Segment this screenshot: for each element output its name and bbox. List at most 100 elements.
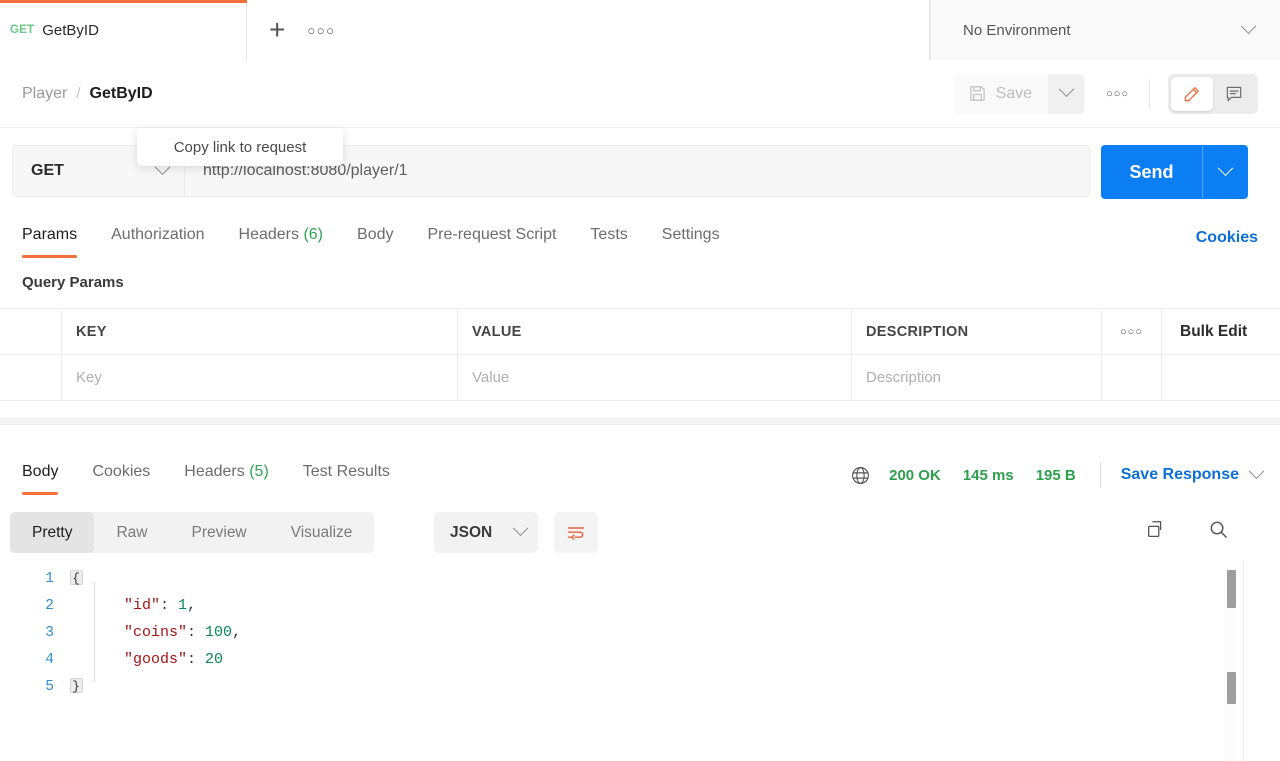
response-format-selector[interactable]: JSON: [434, 512, 538, 553]
tab-label: Headers: [238, 226, 299, 243]
code-line: 2 "id": 1,: [0, 592, 1280, 619]
line-number: 4: [45, 651, 54, 668]
response-status: 200 OK: [889, 466, 941, 484]
tab-label: Pre-request Script: [427, 226, 557, 243]
save-options-button[interactable]: [1048, 73, 1085, 114]
word-wrap-button[interactable]: [554, 512, 598, 553]
breadcrumb-parent[interactable]: Player: [22, 85, 67, 103]
response-time: 145 ms: [962, 466, 1014, 484]
view-mode-visualize[interactable]: Visualize: [269, 512, 375, 553]
request-tabs: Params Authorization Headers (6) Body Pr…: [0, 212, 1280, 264]
chevron-down-icon[interactable]: [1248, 462, 1265, 479]
response-tabs: Body Cookies Headers (5) Test Results 20…: [0, 450, 1280, 500]
param-description-input[interactable]: Description: [852, 355, 1102, 400]
save-response-button[interactable]: Save Response: [1121, 466, 1239, 484]
tab-bar: GET GetByID + ○○○ No Environment: [0, 0, 1280, 60]
line-number: 5: [45, 678, 54, 695]
edit-view-button[interactable]: [1171, 76, 1213, 111]
globe-icon[interactable]: [850, 465, 871, 486]
line-number: 1: [45, 570, 54, 587]
environment-selector[interactable]: No Environment: [930, 0, 1280, 60]
mode-label: Visualize: [290, 523, 353, 541]
json-value: 100: [205, 624, 233, 641]
view-mode-preview[interactable]: Preview: [170, 512, 269, 553]
code-line: 3 "coins": 100,: [0, 619, 1280, 646]
comment-view-button[interactable]: [1213, 77, 1255, 111]
tab-label: Tests: [590, 226, 628, 243]
environment-label: No Environment: [963, 21, 1071, 39]
tab-label: Test Results: [302, 463, 390, 480]
tab-label: Cookies: [92, 463, 151, 480]
response-body-code[interactable]: 1 { 2 "id": 1, 3 "coins": 100, 4 "goods"…: [0, 565, 1280, 761]
code-line: 1 {: [0, 565, 1280, 592]
response-tab-headers[interactable]: Headers (5): [184, 455, 269, 495]
request-tab-tests[interactable]: Tests: [590, 218, 627, 258]
code-line: 5 }: [0, 673, 1280, 700]
table-options-icon[interactable]: ○○○: [1102, 309, 1162, 354]
tab-label: Headers: [184, 463, 245, 480]
request-more-options-icon[interactable]: ○○○: [1106, 88, 1129, 100]
divider: [1149, 78, 1150, 109]
tab-label: Body: [22, 463, 59, 480]
tab-options-icon[interactable]: ○○○: [307, 23, 335, 38]
divider: [1099, 462, 1101, 488]
request-header-bar: Player / GetByID Save ○○○: [0, 60, 1280, 128]
request-tab-body[interactable]: Body: [357, 218, 393, 258]
bulk-edit-button[interactable]: Bulk Edit: [1162, 309, 1280, 354]
format-label: JSON: [450, 523, 493, 541]
json-value: 1: [178, 597, 188, 614]
chevron-down-icon: [1058, 81, 1074, 98]
word-wrap-icon: [565, 523, 587, 543]
cookies-link[interactable]: Cookies: [1196, 229, 1258, 247]
new-tab-icon[interactable]: +: [269, 16, 285, 44]
breadcrumb-current[interactable]: GetByID: [90, 85, 153, 103]
response-meta: 200 OK 145 ms 195 B Save Response: [850, 462, 1280, 488]
param-value-input[interactable]: Value: [458, 355, 852, 400]
response-tab-test-results[interactable]: Test Results: [303, 455, 390, 495]
request-tab-params[interactable]: Params: [22, 218, 78, 258]
row-checkbox-cell[interactable]: [0, 355, 62, 400]
mode-label: Pretty: [32, 523, 73, 541]
table-header-row: KEY VALUE DESCRIPTION ○○○ Bulk Edit: [0, 308, 1280, 354]
response-tab-cookies[interactable]: Cookies: [92, 455, 150, 495]
request-tab-getbyid[interactable]: GET GetByID: [0, 0, 247, 60]
response-headers-count-badge: (5): [249, 463, 269, 480]
view-mode-raw[interactable]: Raw: [94, 512, 169, 553]
fold-marker[interactable]: {: [68, 570, 84, 587]
chevron-down-icon: [1217, 159, 1234, 176]
breadcrumb-separator: /: [76, 85, 81, 102]
code-scrollbar-marker[interactable]: [1227, 672, 1236, 704]
query-params-table: KEY VALUE DESCRIPTION ○○○ Bulk Edit Key …: [0, 308, 1280, 401]
response-size: 195 B: [1035, 466, 1076, 484]
panel-divider: [0, 418, 1280, 425]
request-tab-pre-request-script[interactable]: Pre-request Script: [427, 218, 556, 258]
request-tab-settings[interactable]: Settings: [662, 218, 720, 258]
pencil-icon: [1182, 84, 1202, 104]
code-scrollbar-thumb[interactable]: [1227, 570, 1236, 608]
copy-link-tooltip: Copy link to request: [137, 128, 343, 166]
table-row: Key Value Description: [0, 354, 1280, 401]
search-icon[interactable]: [1207, 518, 1230, 541]
code-text: "id": 1,: [124, 597, 197, 614]
tab-label: Authorization: [111, 226, 205, 243]
code-text: "coins": 100,: [124, 624, 242, 641]
param-key-input[interactable]: Key: [62, 355, 458, 400]
comment-icon: [1224, 84, 1244, 104]
response-actions: [1145, 518, 1230, 541]
send-options-button[interactable]: [1202, 145, 1248, 199]
fold-marker[interactable]: }: [68, 678, 84, 695]
response-tab-body[interactable]: Body: [22, 455, 59, 495]
send-button[interactable]: Send: [1101, 145, 1248, 199]
request-tab-authorization[interactable]: Authorization: [111, 218, 204, 258]
copy-icon[interactable]: [1145, 519, 1167, 541]
save-icon: [968, 84, 987, 103]
select-all-cell[interactable]: [0, 309, 62, 354]
tab-label: Body: [357, 226, 394, 243]
row-spacer-cell: [1102, 355, 1162, 400]
headers-count-badge: (6): [303, 226, 324, 243]
save-button[interactable]: Save: [953, 73, 1049, 114]
json-key: "id": [124, 597, 161, 614]
tab-title-label: GetByID: [42, 21, 99, 39]
view-mode-pretty[interactable]: Pretty: [10, 512, 95, 553]
request-tab-headers[interactable]: Headers (6): [239, 218, 324, 258]
